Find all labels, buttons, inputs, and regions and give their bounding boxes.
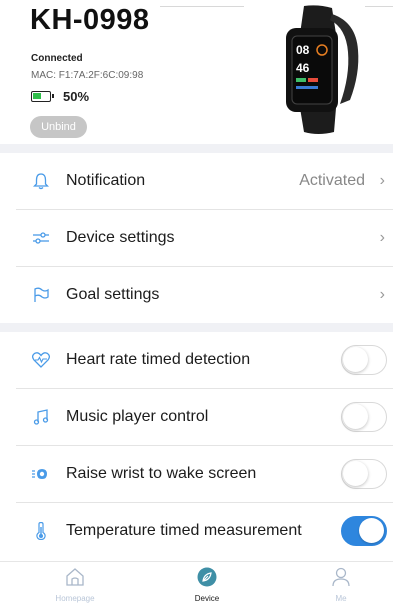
music-control-label: Music player control: [66, 408, 209, 425]
tab-homepage[interactable]: Homepage: [30, 566, 120, 603]
heart-rate-label: Heart rate timed detection: [66, 351, 251, 368]
toggle-knob: [343, 461, 368, 486]
battery-percentage: 50%: [63, 89, 90, 104]
tab-me[interactable]: Me: [296, 566, 386, 603]
device-header: KH-0998 Connected MAC: F1:7A:2F:6C:09:98…: [0, 0, 393, 144]
temperature-label: Temperature timed measurement: [66, 522, 302, 539]
bottom-tab-bar: Homepage Device Me: [0, 561, 393, 605]
chevron-right-icon: ›: [379, 172, 385, 189]
svg-text:46: 46: [296, 61, 310, 75]
notification-status: Activated: [299, 172, 365, 189]
home-icon: [66, 568, 84, 586]
status-bar-line: [365, 6, 393, 7]
heart-rate-toggle[interactable]: [341, 345, 387, 375]
tab-me-label: Me: [335, 594, 347, 603]
temperature-toggle[interactable]: [341, 516, 387, 546]
bell-icon: [31, 171, 51, 191]
music-control-toggle[interactable]: [341, 402, 387, 432]
toggle-knob: [343, 404, 368, 429]
goal-settings-row[interactable]: Goal settings ›: [0, 267, 393, 323]
heart-rate-icon: [31, 350, 51, 370]
smartwatch-image: 08 46: [286, 5, 359, 134]
unbind-button[interactable]: Unbind: [30, 116, 87, 138]
device-settings-label: Device settings: [66, 229, 175, 246]
battery-icon: [31, 91, 54, 102]
toggle-knob: [359, 518, 384, 543]
chevron-right-icon: ›: [379, 229, 385, 246]
flag-icon: [31, 285, 51, 305]
tab-device[interactable]: Device: [162, 566, 252, 603]
music-control-row: Music player control: [0, 389, 393, 445]
device-name: KH-0998: [30, 4, 150, 36]
status-bar-line: [160, 6, 244, 7]
device-settings-row[interactable]: Device settings ›: [0, 210, 393, 266]
raise-wrist-toggle[interactable]: [341, 459, 387, 489]
section-separator: [0, 323, 393, 332]
section-separator: [0, 144, 393, 153]
goal-settings-label: Goal settings: [66, 286, 160, 303]
svg-text:08: 08: [296, 43, 310, 57]
notification-label: Notification: [66, 172, 146, 189]
tab-device-label: Device: [194, 594, 220, 603]
temperature-row: Temperature timed measurement: [0, 503, 393, 559]
mac-address: MAC: F1:7A:2F:6C:09:98: [31, 70, 144, 81]
battery-indicator: 50%: [31, 89, 89, 104]
sliders-icon: [31, 228, 51, 248]
heart-rate-row: Heart rate timed detection: [0, 332, 393, 388]
person-icon: [332, 567, 350, 587]
raise-wrist-icon: [31, 464, 51, 484]
music-note-icon: [31, 407, 51, 427]
thermometer-icon: [31, 521, 51, 541]
raise-wrist-row: Raise wrist to wake screen: [0, 446, 393, 502]
notification-row[interactable]: Notification Activated ›: [0, 153, 393, 209]
tab-homepage-label: Homepage: [55, 594, 95, 603]
device-tab-icon: [197, 567, 217, 587]
toggle-knob: [343, 347, 368, 372]
raise-wrist-label: Raise wrist to wake screen: [66, 465, 257, 482]
chevron-right-icon: ›: [379, 286, 385, 303]
connection-status: Connected: [31, 53, 83, 64]
